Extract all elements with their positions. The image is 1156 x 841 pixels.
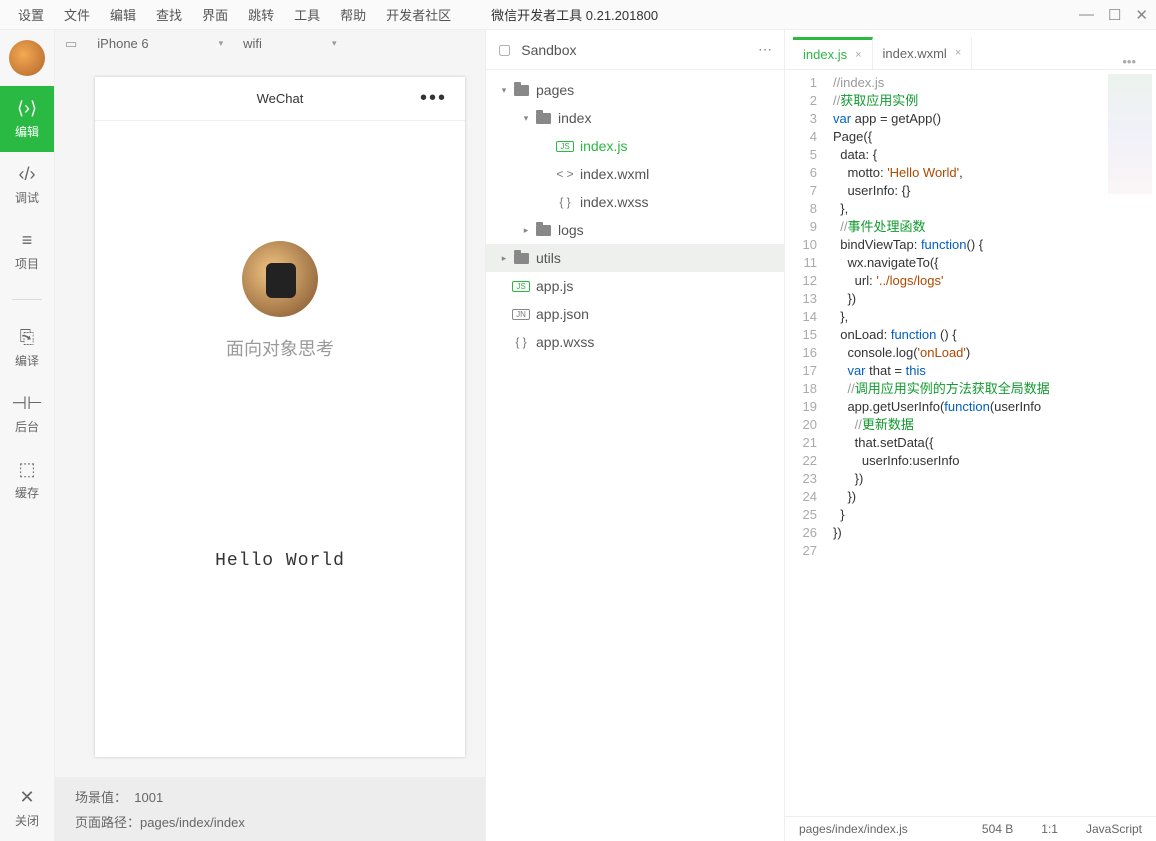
nav-edit[interactable]: ⟨›⟩编辑: [0, 86, 54, 152]
preview-footer: 场景值： 1001 页面路径：pages/index/index: [55, 777, 485, 841]
nav-background[interactable]: ⊣⊢后台: [0, 381, 54, 447]
nav-compile[interactable]: ⎘编译: [0, 315, 54, 381]
menu-跳转[interactable]: 跳转: [238, 5, 284, 24]
file-app.wxss[interactable]: { }app.wxss: [486, 328, 784, 356]
explorer-title: Sandbox: [521, 42, 576, 58]
tab-index.wxml[interactable]: index.wxml×: [873, 37, 973, 69]
window-controls: — ☐ ✕: [1079, 6, 1148, 24]
tab-close-icon[interactable]: ×: [955, 47, 961, 59]
phone-username: 面向对象思考: [226, 335, 334, 361]
menu-文件[interactable]: 文件: [54, 5, 100, 24]
phone-navbar: WeChat •••: [95, 77, 465, 121]
status-position: 1:1: [1041, 822, 1058, 836]
code-content[interactable]: //index.js //获取应用实例 var app = getApp() P…: [827, 70, 1156, 816]
editor-tabs: index.js×index.wxml× •••: [785, 30, 1156, 70]
chevron-down-icon: ▾: [332, 38, 337, 49]
more-icon[interactable]: •••: [420, 87, 447, 110]
chevron-down-icon: ▾: [219, 38, 224, 49]
explorer-more[interactable]: ⋯: [758, 41, 772, 58]
menu-界面[interactable]: 界面: [192, 5, 238, 24]
menu-bar: 设置文件编辑查找界面跳转工具帮助开发者社区 微信开发者工具 0.21.20180…: [0, 0, 1156, 30]
phone-icon: ▭: [65, 36, 77, 52]
status-path: pages/index/index.js: [799, 822, 908, 836]
minimize-button[interactable]: —: [1079, 6, 1094, 24]
code-editor: index.js×index.wxml× ••• 123456789101112…: [785, 30, 1156, 841]
minimap[interactable]: [1108, 74, 1152, 194]
nav-close[interactable]: ✕关闭: [0, 775, 54, 841]
file-utils[interactable]: ▸utils: [486, 244, 784, 272]
phone-user-avatar[interactable]: [242, 241, 318, 317]
status-size: 504 B: [982, 822, 1013, 836]
menu-工具[interactable]: 工具: [284, 5, 330, 24]
device-toolbar: ▭ iPhone 6▾ wifi▾: [55, 30, 485, 57]
phone-title: WeChat: [257, 91, 304, 106]
code-area[interactable]: 1234567891011121314151617181920212223242…: [785, 70, 1156, 816]
menu-查找[interactable]: 查找: [146, 5, 192, 24]
file-index.js[interactable]: JSindex.js: [486, 132, 784, 160]
file-pages[interactable]: ▾pages: [486, 76, 784, 104]
code-icon: ⟨›⟩: [17, 98, 37, 119]
background-icon: ⊣⊢: [11, 393, 42, 414]
compile-icon: ⎘: [20, 327, 34, 348]
nav-cache[interactable]: ⬚缓存: [0, 447, 54, 513]
file-index.wxml[interactable]: < >index.wxml: [486, 160, 784, 188]
menu-编辑[interactable]: 编辑: [100, 5, 146, 24]
cache-icon: ⬚: [18, 459, 35, 480]
line-gutter: 1234567891011121314151617181920212223242…: [785, 70, 827, 816]
user-avatar[interactable]: [9, 40, 45, 76]
file-app.js[interactable]: JSapp.js: [486, 272, 784, 300]
close-button[interactable]: ✕: [1135, 6, 1148, 24]
app-title: 微信开发者工具 0.21.201800: [491, 5, 658, 24]
phone-simulator: WeChat ••• 面向对象思考 Hello World: [95, 77, 465, 757]
maximize-button[interactable]: ☐: [1108, 6, 1121, 24]
list-icon: ≡: [22, 230, 33, 251]
network-select[interactable]: wifi▾: [243, 36, 336, 51]
file-index[interactable]: ▾index: [486, 104, 784, 132]
menu-帮助[interactable]: 帮助: [330, 5, 376, 24]
menu-设置[interactable]: 设置: [8, 5, 54, 24]
file-explorer: ▢ Sandbox ⋯ ▾pages▾indexJSindex.js< >ind…: [485, 30, 785, 841]
file-logs[interactable]: ▸logs: [486, 216, 784, 244]
file-app.json[interactable]: JNapp.json: [486, 300, 784, 328]
status-bar: pages/index/index.js 504 B 1:1 JavaScrip…: [785, 816, 1156, 841]
status-language: JavaScript: [1086, 822, 1142, 836]
sandbox-icon: ▢: [498, 41, 511, 58]
preview-panel: ▭ iPhone 6▾ wifi▾ WeChat ••• 面向对象思考 Hell…: [55, 30, 485, 841]
left-sidebar: ⟨›⟩编辑 ‹/›调试 ≡项目 ⎘编译 ⊣⊢后台 ⬚缓存 ✕关闭: [0, 30, 55, 841]
nav-debug[interactable]: ‹/›调试: [0, 152, 54, 218]
tabs-more[interactable]: •••: [1110, 54, 1148, 69]
file-index.wxss[interactable]: { }index.wxss: [486, 188, 784, 216]
menu-开发者社区[interactable]: 开发者社区: [376, 5, 461, 24]
close-icon: ✕: [19, 787, 34, 808]
tab-close-icon[interactable]: ×: [855, 49, 861, 61]
device-select[interactable]: iPhone 6▾: [97, 36, 223, 51]
nav-project[interactable]: ≡项目: [0, 218, 54, 284]
debug-icon: ‹/›: [19, 164, 36, 185]
phone-motto: Hello World: [215, 551, 345, 571]
tab-index.js[interactable]: index.js×: [793, 37, 873, 69]
